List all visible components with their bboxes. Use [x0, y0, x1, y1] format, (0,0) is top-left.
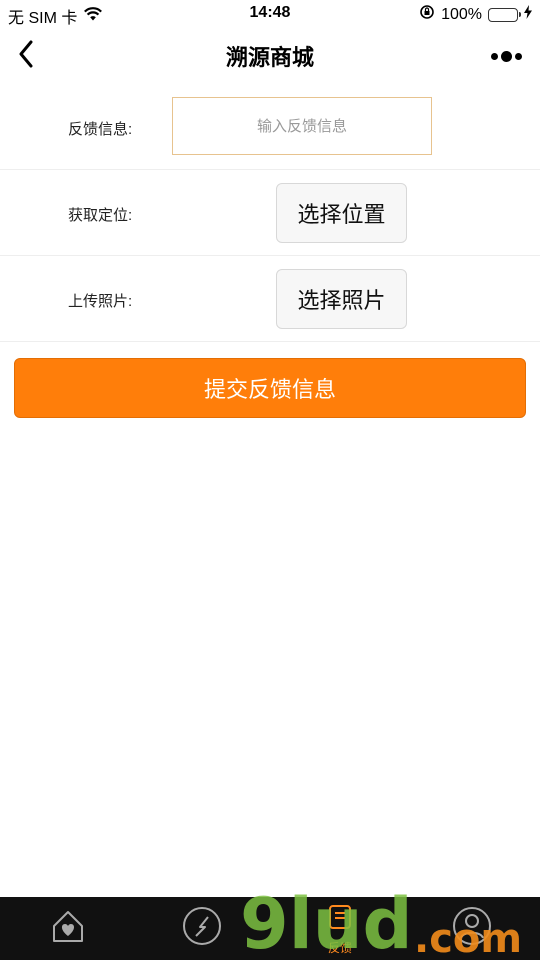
- page-title: 溯源商城: [225, 45, 314, 70]
- tab-discover[interactable]: [172, 897, 232, 960]
- choose-location-button[interactable]: 选择位置: [276, 183, 407, 243]
- status-bar: 无 SIM 卡 14:48 100%: [0, 0, 540, 28]
- feedback-input[interactable]: [172, 97, 432, 155]
- feedback-icon: [325, 902, 355, 937]
- battery-icon: [488, 7, 521, 22]
- tab-feedback[interactable]: 反馈: [300, 897, 380, 960]
- profile-icon: [451, 905, 493, 952]
- battery-percent: 100%: [441, 5, 482, 23]
- charging-icon: [524, 5, 532, 24]
- photo-row: 上传照片: 选择照片: [0, 256, 540, 342]
- more-button[interactable]: [486, 42, 526, 70]
- orientation-lock-icon: [419, 4, 435, 25]
- feedback-row: 反馈信息:: [0, 84, 540, 170]
- more-dots-icon-right: [514, 52, 522, 60]
- tab-home[interactable]: [38, 897, 98, 960]
- tab-feedback-label: 反馈: [327, 940, 352, 955]
- submit-feedback-button[interactable]: 提交反馈信息: [14, 358, 526, 418]
- tab-bar: 反馈: [0, 897, 540, 960]
- compass-icon: [181, 905, 223, 952]
- more-dots-icon-center: [500, 50, 512, 62]
- home-heart-icon: [48, 906, 88, 951]
- location-label: 获取定位:: [68, 207, 133, 224]
- photo-label: 上传照片:: [68, 293, 133, 310]
- tab-profile[interactable]: [442, 897, 502, 960]
- location-row: 获取定位: 选择位置: [0, 170, 540, 256]
- nav-bar: 溯源商城: [0, 28, 540, 84]
- status-right: 100%: [419, 4, 532, 25]
- feedback-label: 反馈信息:: [68, 121, 133, 138]
- choose-photo-button[interactable]: 选择照片: [276, 269, 407, 329]
- more-dots-icon: [490, 52, 498, 60]
